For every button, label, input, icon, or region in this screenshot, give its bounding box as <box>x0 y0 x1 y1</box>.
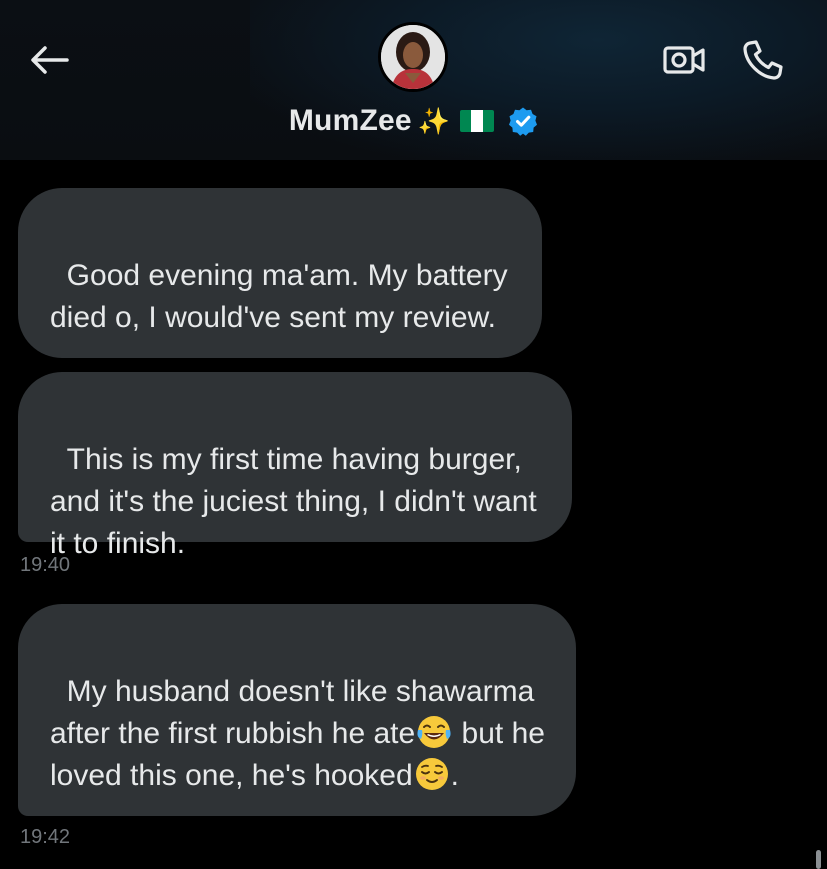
contact-name: MumZee <box>288 104 412 137</box>
sparkles-emoji: ✨ <box>417 106 451 136</box>
message-text: . <box>450 759 459 792</box>
face-with-tears-of-joy-icon <box>417 716 451 748</box>
message-bubble[interactable]: Good evening ma'am. My battery died o, I… <box>18 188 542 358</box>
back-button[interactable] <box>26 38 72 82</box>
message-bubble[interactable]: This is my first time having burger, and… <box>18 372 572 560</box>
scrollbar[interactable] <box>816 850 821 869</box>
nigeria-flag-icon <box>460 110 495 132</box>
message-timestamp: 19:40 <box>20 554 71 576</box>
video-camera-icon <box>663 46 705 74</box>
video-call-button[interactable] <box>660 40 708 80</box>
conversation-header: MumZee ✨ <box>0 0 827 160</box>
message-text: Good evening ma'am. My battery died o, I… <box>50 259 516 334</box>
message-timestamp: 19:42 <box>20 826 71 848</box>
relieved-face-icon <box>415 758 448 790</box>
verified-badge-icon <box>508 106 538 136</box>
message-text: This is my first time having burger, and… <box>50 443 546 560</box>
message-bubble[interactable]: My husband doesn't like shawarma after t… <box>18 604 576 816</box>
phone-icon <box>743 40 783 80</box>
contact-name-row: MumZee ✨ <box>0 104 827 138</box>
arrow-left-icon <box>31 46 69 74</box>
voice-call-button[interactable] <box>740 37 786 83</box>
profile-photo <box>381 25 445 89</box>
avatar[interactable] <box>378 22 448 92</box>
